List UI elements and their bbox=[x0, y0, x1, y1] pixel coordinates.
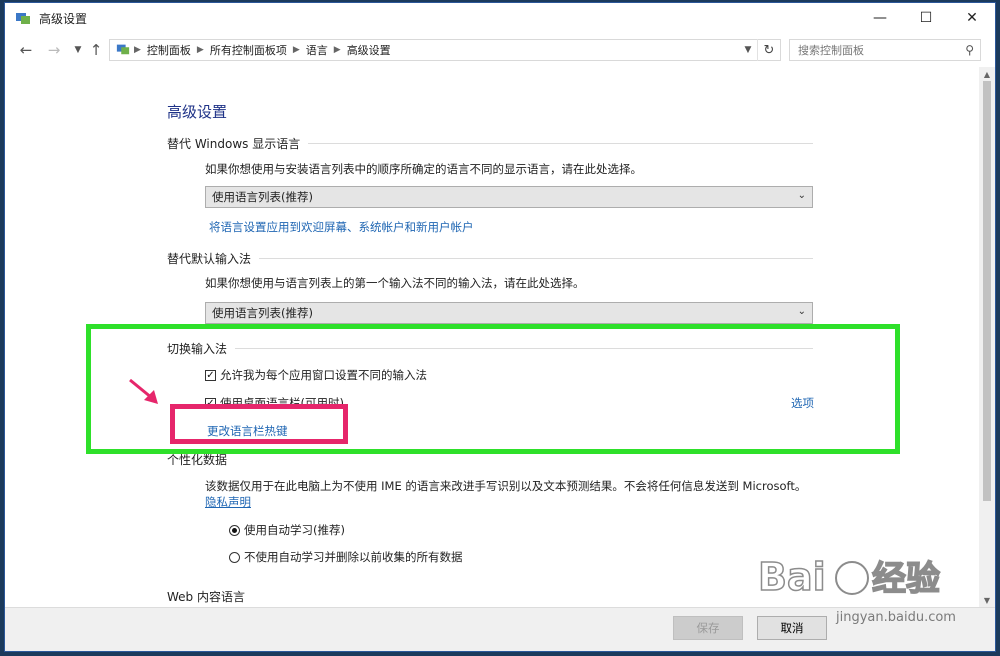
privacy-statement-link[interactable]: 隐私声明 bbox=[205, 494, 251, 510]
watermark-url: jingyan.baidu.com bbox=[836, 610, 956, 625]
breadcrumb-control-panel[interactable]: 控制面板 bbox=[147, 42, 191, 58]
search-icon: ⚲ bbox=[965, 43, 974, 57]
display-language-select[interactable]: 使用语言列表(推荐) ⌄ bbox=[205, 186, 813, 208]
no-auto-learning-radio[interactable]: 不使用自动学习并删除以前收集的所有数据 bbox=[229, 549, 463, 565]
highlight-box-pink bbox=[170, 404, 348, 444]
chevron-right-icon: ▶ bbox=[134, 45, 141, 55]
apply-language-settings-link[interactable]: 将语言设置应用到欢迎屏幕、系统帐户和新用户帐户 bbox=[209, 219, 474, 235]
forward-arrow-icon: → bbox=[47, 41, 61, 59]
recent-locations-button[interactable]: ▼ bbox=[69, 41, 87, 59]
search-box[interactable]: 搜索控制面板 ⚲ bbox=[789, 39, 981, 61]
close-button[interactable]: ✕ bbox=[949, 3, 995, 33]
svg-text:Bai: Bai bbox=[758, 555, 826, 599]
vertical-scrollbar[interactable]: ▲ ▼ bbox=[979, 67, 995, 607]
breadcrumb-all-items[interactable]: 所有控制面板项 bbox=[210, 42, 287, 58]
chevron-right-icon: ▶ bbox=[196, 45, 204, 55]
chevron-down-icon: ▼ bbox=[744, 45, 752, 55]
default-input-select[interactable]: 使用语言列表(推荐) ⌄ bbox=[205, 302, 813, 324]
forward-button[interactable]: → bbox=[45, 41, 63, 59]
window-title: 高级设置 bbox=[39, 12, 88, 26]
up-button[interactable]: ↑ bbox=[87, 41, 105, 59]
page-title: 高级设置 bbox=[167, 103, 228, 121]
select-value: 使用语言列表(推荐) bbox=[212, 306, 313, 320]
breadcrumb-advanced-settings[interactable]: 高级设置 bbox=[347, 42, 391, 58]
maximize-icon: ☐ bbox=[919, 10, 933, 26]
title-bar: 高级设置 — ☐ ✕ bbox=[5, 3, 995, 33]
pointer-arrow-icon bbox=[128, 376, 164, 412]
section-description: 如果你想使用与安装语言列表中的顺序所确定的语言不同的显示语言，请在此处选择。 bbox=[205, 162, 642, 176]
divider bbox=[308, 143, 813, 144]
auto-learning-radio[interactable]: 使用自动学习(推荐) bbox=[229, 522, 345, 538]
svg-text:经验: 经验 bbox=[872, 559, 940, 599]
chevron-right-icon: ▶ bbox=[292, 45, 300, 55]
maximize-button[interactable]: ☐ bbox=[903, 3, 949, 33]
minimize-button[interactable]: — bbox=[857, 3, 903, 33]
address-bar-row: ← → ▼ ↑ ▶ 控制面板 ▶ 所有控制面板项 ▶ 语言 ▶ 高级设置 ▼ ↻… bbox=[5, 35, 995, 65]
control-panel-icon bbox=[15, 10, 31, 26]
section-display-language: 替代 Windows 显示语言 bbox=[167, 135, 813, 152]
radio-unselected-icon bbox=[229, 551, 240, 563]
address-field[interactable]: ▶ 控制面板 ▶ 所有控制面板项 ▶ 语言 ▶ 高级设置 bbox=[109, 39, 781, 61]
save-button[interactable]: 保存 bbox=[673, 616, 743, 640]
search-placeholder: 搜索控制面板 bbox=[798, 44, 864, 57]
select-value: 使用语言列表(推荐) bbox=[212, 190, 313, 204]
chevron-down-icon: ▼ bbox=[74, 45, 82, 55]
minimize-icon: — bbox=[873, 10, 887, 26]
baidu-watermark: Bai 经验 jingyan.baidu.com bbox=[752, 548, 988, 640]
section-web-content-language: Web 内容语言 bbox=[167, 588, 813, 605]
close-icon: ✕ bbox=[966, 10, 978, 26]
back-button[interactable]: ← bbox=[17, 41, 35, 59]
section-title: 替代默认输入法 bbox=[167, 252, 252, 266]
divider bbox=[259, 258, 813, 259]
chevron-down-icon: ⌄ bbox=[797, 306, 806, 317]
baidu-jingyan-logo: Bai 经验 bbox=[757, 554, 941, 600]
section-title: 替代 Windows 显示语言 bbox=[167, 137, 301, 151]
control-panel-small-icon bbox=[116, 42, 130, 59]
scrollbar-thumb[interactable] bbox=[983, 81, 991, 501]
section-description: 如果你想使用与语言列表上的第一个输入法不同的输入法，请在此处选择。 bbox=[205, 276, 585, 290]
refresh-button[interactable]: ↻ bbox=[757, 39, 780, 61]
back-arrow-icon: ← bbox=[19, 41, 33, 59]
section-description: 该数据仅用于在此电脑上为不使用 IME 的语言来改进手写识别以及文本预测结果。不… bbox=[205, 479, 807, 493]
refresh-icon: ↻ bbox=[763, 42, 775, 58]
chevron-down-icon: ⌄ bbox=[797, 190, 806, 201]
section-default-input: 替代默认输入法 bbox=[167, 250, 813, 267]
chevron-right-icon: ▶ bbox=[333, 45, 341, 55]
breadcrumb-language[interactable]: 语言 bbox=[306, 42, 328, 58]
radio-label: 不使用自动学习并删除以前收集的所有数据 bbox=[244, 550, 463, 564]
address-dropdown-button[interactable]: ▼ bbox=[739, 39, 757, 61]
radio-selected-icon bbox=[229, 524, 240, 536]
radio-label: 使用自动学习(推荐) bbox=[244, 523, 345, 537]
up-arrow-icon: ↑ bbox=[89, 41, 103, 59]
scroll-up-icon[interactable]: ▲ bbox=[979, 67, 995, 81]
section-title: Web 内容语言 bbox=[167, 590, 245, 604]
